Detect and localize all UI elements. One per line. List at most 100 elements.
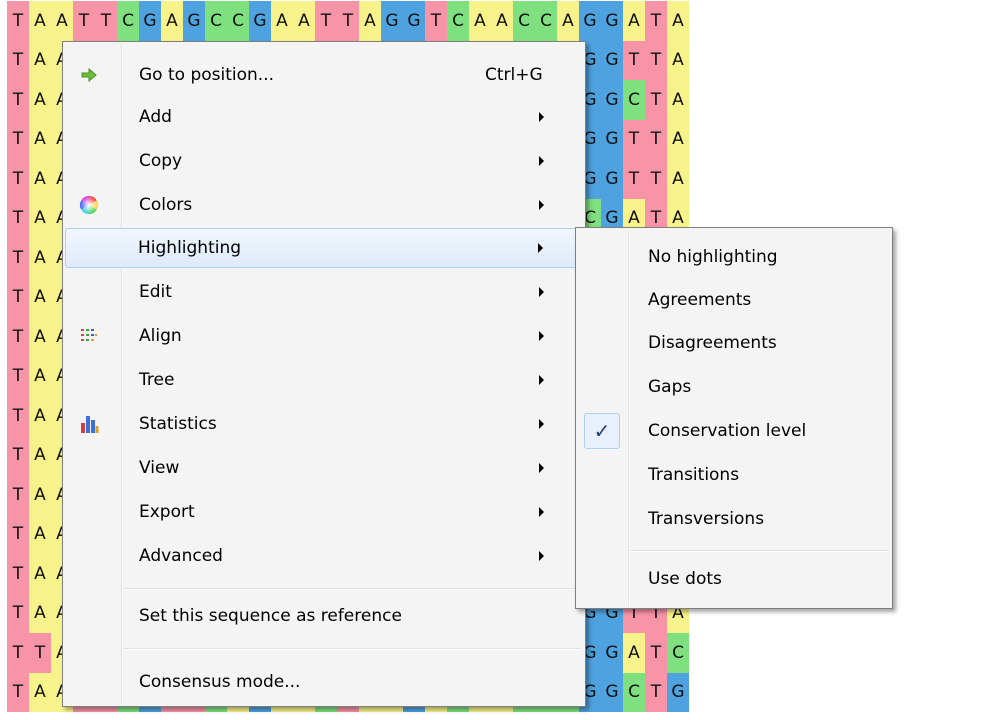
- nucleotide-cell[interactable]: A: [29, 317, 51, 357]
- submenu-item-transversions[interactable]: Transversions: [578, 498, 890, 540]
- nucleotide-cell[interactable]: G: [601, 119, 623, 159]
- nucleotide-cell[interactable]: A: [293, 1, 315, 41]
- nucleotide-cell[interactable]: T: [7, 633, 29, 673]
- nucleotide-cell[interactable]: T: [95, 1, 117, 41]
- nucleotide-cell[interactable]: T: [7, 80, 29, 120]
- nucleotide-cell[interactable]: G: [579, 1, 601, 41]
- nucleotide-cell[interactable]: T: [7, 672, 29, 712]
- menu-item-highlighting[interactable]: Highlighting: [65, 228, 583, 268]
- submenu-item-no-highlighting[interactable]: No highlighting: [578, 236, 890, 278]
- nucleotide-cell[interactable]: A: [359, 1, 381, 41]
- nucleotide-cell[interactable]: T: [7, 198, 29, 238]
- nucleotide-cell[interactable]: A: [469, 1, 491, 41]
- nucleotide-cell[interactable]: A: [667, 159, 689, 199]
- nucleotide-cell[interactable]: T: [7, 435, 29, 475]
- nucleotide-cell[interactable]: T: [7, 514, 29, 554]
- submenu-item-disagreements[interactable]: Disagreements: [578, 322, 890, 364]
- nucleotide-cell[interactable]: A: [667, 1, 689, 41]
- nucleotide-cell[interactable]: G: [601, 40, 623, 80]
- nucleotide-cell[interactable]: T: [73, 1, 95, 41]
- nucleotide-cell[interactable]: A: [623, 633, 645, 673]
- nucleotide-cell[interactable]: A: [29, 80, 51, 120]
- nucleotide-cell[interactable]: A: [29, 198, 51, 238]
- nucleotide-cell[interactable]: G: [249, 1, 271, 41]
- nucleotide-cell[interactable]: C: [117, 1, 139, 41]
- menu-item-copy[interactable]: Copy: [65, 141, 583, 181]
- nucleotide-cell[interactable]: A: [29, 159, 51, 199]
- nucleotide-cell[interactable]: T: [623, 119, 645, 159]
- nucleotide-cell[interactable]: C: [667, 633, 689, 673]
- nucleotide-cell[interactable]: G: [183, 1, 205, 41]
- nucleotide-cell[interactable]: G: [403, 1, 425, 41]
- nucleotide-cell[interactable]: T: [7, 238, 29, 278]
- nucleotide-cell[interactable]: T: [7, 554, 29, 594]
- nucleotide-cell[interactable]: A: [29, 593, 51, 633]
- nucleotide-cell[interactable]: A: [29, 514, 51, 554]
- nucleotide-cell[interactable]: A: [29, 119, 51, 159]
- nucleotide-cell[interactable]: T: [623, 40, 645, 80]
- nucleotide-cell[interactable]: T: [623, 159, 645, 199]
- nucleotide-cell[interactable]: T: [425, 1, 447, 41]
- submenu-item-agreements[interactable]: Agreements: [578, 279, 890, 321]
- nucleotide-cell[interactable]: A: [271, 1, 293, 41]
- menu-item-align[interactable]: Align: [65, 316, 583, 356]
- nucleotide-cell[interactable]: T: [7, 277, 29, 317]
- nucleotide-cell[interactable]: A: [29, 672, 51, 712]
- nucleotide-cell[interactable]: G: [601, 80, 623, 120]
- menu-item-edit[interactable]: Edit: [65, 272, 583, 312]
- nucleotide-cell[interactable]: A: [29, 40, 51, 80]
- menu-item-colors[interactable]: Colors: [65, 185, 583, 225]
- menu-item-go-to-position[interactable]: Go to position... Ctrl+G: [65, 55, 583, 95]
- nucleotide-cell[interactable]: T: [337, 1, 359, 41]
- nucleotide-cell[interactable]: G: [139, 1, 161, 41]
- nucleotide-cell[interactable]: A: [51, 1, 73, 41]
- nucleotide-cell[interactable]: T: [29, 633, 51, 673]
- nucleotide-cell[interactable]: T: [7, 396, 29, 436]
- nucleotide-cell[interactable]: A: [667, 119, 689, 159]
- nucleotide-cell[interactable]: A: [667, 40, 689, 80]
- nucleotide-cell[interactable]: T: [645, 40, 667, 80]
- nucleotide-cell[interactable]: A: [29, 277, 51, 317]
- nucleotide-cell[interactable]: T: [315, 1, 337, 41]
- nucleotide-cell[interactable]: C: [227, 1, 249, 41]
- nucleotide-cell[interactable]: A: [29, 238, 51, 278]
- nucleotide-cell[interactable]: A: [623, 1, 645, 41]
- nucleotide-cell[interactable]: C: [447, 1, 469, 41]
- menu-item-tree[interactable]: Tree: [65, 360, 583, 400]
- nucleotide-cell[interactable]: C: [623, 672, 645, 712]
- nucleotide-cell[interactable]: A: [491, 1, 513, 41]
- nucleotide-cell[interactable]: A: [29, 435, 51, 475]
- nucleotide-cell[interactable]: C: [623, 80, 645, 120]
- nucleotide-cell[interactable]: T: [645, 119, 667, 159]
- submenu-item-use-dots[interactable]: Use dots: [578, 558, 890, 600]
- nucleotide-cell[interactable]: A: [29, 356, 51, 396]
- nucleotide-cell[interactable]: T: [7, 119, 29, 159]
- submenu-item-transitions[interactable]: Transitions: [578, 454, 890, 496]
- nucleotide-cell[interactable]: C: [205, 1, 227, 41]
- nucleotide-cell[interactable]: A: [29, 554, 51, 594]
- nucleotide-cell[interactable]: A: [29, 1, 51, 41]
- submenu-item-conservation-level[interactable]: ✓ Conservation level: [578, 410, 890, 452]
- menu-item-consensus-mode[interactable]: Consensus mode...: [65, 662, 583, 702]
- submenu-item-gaps[interactable]: Gaps: [578, 366, 890, 408]
- nucleotide-cell[interactable]: T: [7, 593, 29, 633]
- nucleotide-cell[interactable]: T: [7, 40, 29, 80]
- nucleotide-cell[interactable]: T: [645, 633, 667, 673]
- nucleotide-cell[interactable]: T: [7, 317, 29, 357]
- nucleotide-cell[interactable]: G: [601, 633, 623, 673]
- nucleotide-cell[interactable]: G: [381, 1, 403, 41]
- nucleotide-cell[interactable]: T: [645, 159, 667, 199]
- menu-item-advanced[interactable]: Advanced: [65, 536, 583, 576]
- nucleotide-cell[interactable]: G: [601, 1, 623, 41]
- nucleotide-cell[interactable]: C: [535, 1, 557, 41]
- nucleotide-cell[interactable]: T: [645, 80, 667, 120]
- nucleotide-cell[interactable]: A: [667, 80, 689, 120]
- nucleotide-cell[interactable]: A: [29, 475, 51, 515]
- nucleotide-cell[interactable]: T: [645, 1, 667, 41]
- menu-item-set-reference[interactable]: Set this sequence as reference: [65, 596, 583, 636]
- nucleotide-cell[interactable]: C: [513, 1, 535, 41]
- menu-item-add[interactable]: Add: [65, 97, 583, 137]
- menu-item-view[interactable]: View: [65, 448, 583, 488]
- menu-item-statistics[interactable]: Statistics: [65, 404, 583, 444]
- nucleotide-cell[interactable]: T: [7, 356, 29, 396]
